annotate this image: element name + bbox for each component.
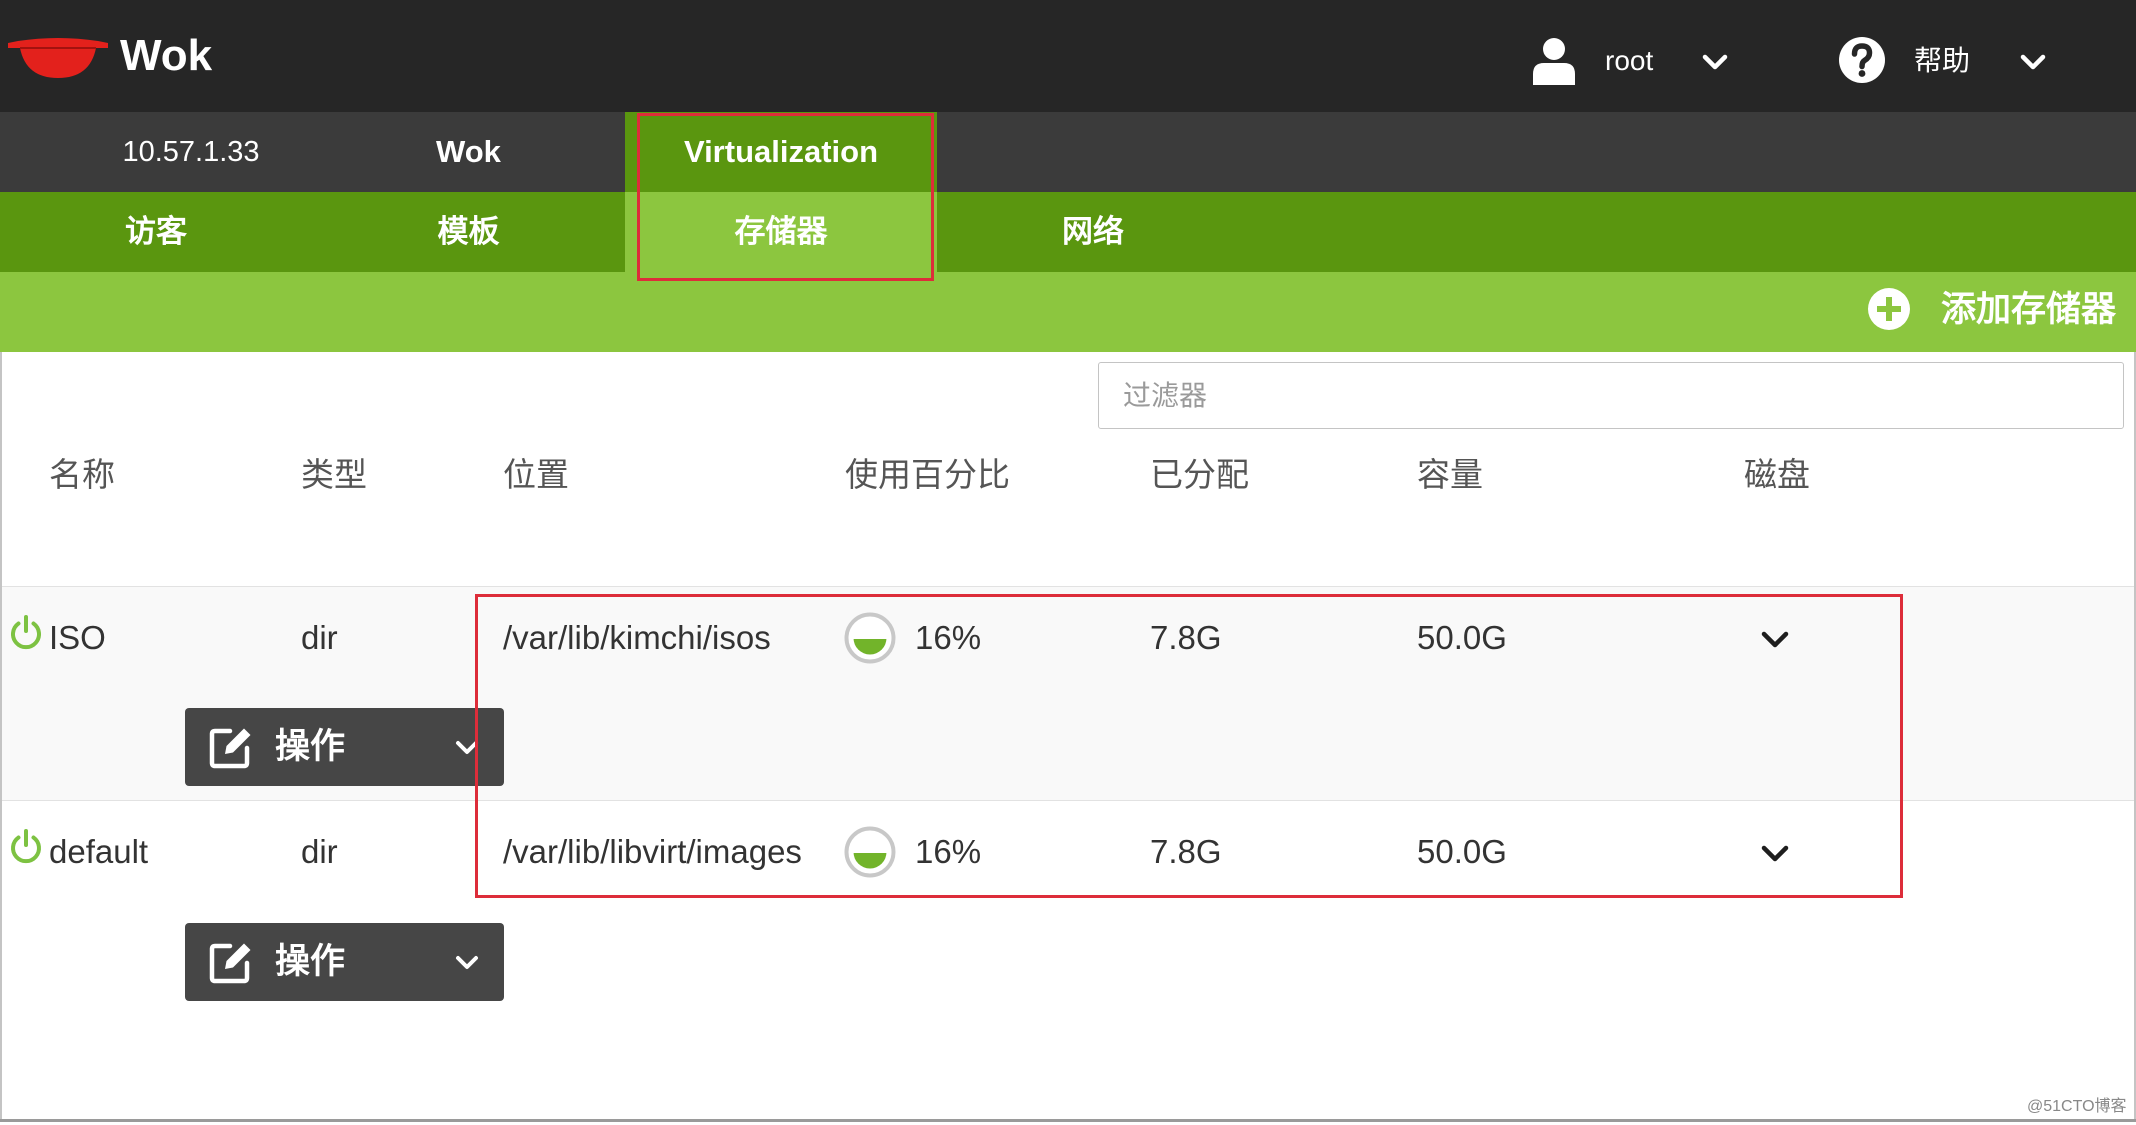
add-storage-button[interactable]: 添加存储器: [1862, 284, 2122, 336]
pool-capacity: 50.0G: [1417, 619, 1507, 656]
column-header-location[interactable]: 位置: [503, 455, 569, 495]
table-row: ISO dir /var/lib/kimchi/isos 16% 7.8G 50…: [0, 586, 2136, 800]
chevron-down-icon[interactable]: [2019, 53, 2047, 71]
app-window: Wok root 帮助 10.57.1.33 Wok Virtualizatio…: [0, 0, 2136, 1125]
help-icon: [1838, 36, 1886, 84]
pool-location: /var/lib/kimchi/isos: [503, 619, 771, 656]
actions-button[interactable]: 操作: [185, 708, 504, 786]
frame-bottom-border: [0, 1119, 2136, 1122]
primary-nav: 10.57.1.33 Wok Virtualization: [0, 112, 2136, 192]
actions-label: 操作: [275, 727, 346, 766]
plus-circle-icon: [1867, 287, 1911, 331]
host-address: 10.57.1.33: [122, 136, 260, 168]
column-header-disks[interactable]: 磁盘: [1744, 455, 1810, 495]
pool-allocated: 7.8G: [1150, 619, 1222, 656]
disks-expand-chevron-icon[interactable]: [1760, 630, 1790, 650]
edit-icon: [208, 940, 253, 985]
wok-logo-icon[interactable]: [8, 34, 108, 80]
edit-icon: [208, 725, 253, 770]
column-header-allocated[interactable]: 已分配: [1150, 455, 1249, 495]
tab-virtualization[interactable]: Virtualization: [625, 112, 937, 192]
help-label: 帮助: [1914, 45, 1971, 76]
pool-type: dir: [301, 619, 338, 656]
page-toolbar: 添加存储器: [0, 272, 2136, 352]
pool-type: dir: [301, 833, 338, 870]
column-header-usage[interactable]: 使用百分比: [845, 455, 1010, 495]
pool-capacity: 50.0G: [1417, 833, 1507, 870]
top-header: Wok root 帮助: [0, 0, 2136, 112]
user-icon: [1532, 37, 1576, 85]
secondary-nav: 访客 模板 存储器 网络: [0, 192, 2136, 272]
chevron-down-icon[interactable]: [1701, 53, 1729, 71]
actions-label: 操作: [275, 942, 346, 981]
column-header-type[interactable]: 类型: [301, 455, 367, 495]
usage-gauge-icon: [844, 612, 896, 664]
frame-left-border: [0, 352, 2, 1119]
add-storage-label: 添加存储器: [1941, 290, 2117, 329]
pool-usage: 16%: [915, 619, 982, 656]
tab-guests[interactable]: 访客: [0, 192, 312, 272]
pool-location: /var/lib/libvirt/images: [503, 833, 802, 870]
power-icon[interactable]: [7, 827, 45, 865]
app-name[interactable]: Wok: [120, 0, 212, 112]
user-name: root: [1605, 45, 1654, 76]
user-menu[interactable]: root: [1525, 30, 1735, 92]
column-header-capacity[interactable]: 容量: [1417, 455, 1483, 495]
tab-templates[interactable]: 模板: [312, 192, 625, 272]
filter-input[interactable]: [1098, 362, 2124, 429]
actions-button[interactable]: 操作: [185, 923, 504, 1001]
chevron-down-icon: [454, 954, 480, 971]
power-icon[interactable]: [7, 613, 45, 651]
pool-name: default: [49, 833, 149, 870]
tab-storage[interactable]: 存储器: [625, 192, 937, 272]
pool-usage: 16%: [915, 833, 982, 870]
tab-network[interactable]: 网络: [937, 192, 1249, 272]
help-menu[interactable]: 帮助: [1832, 30, 2048, 92]
usage-gauge-icon: [844, 826, 896, 878]
disks-expand-chevron-icon[interactable]: [1760, 844, 1790, 864]
tab-wok[interactable]: Wok: [312, 112, 625, 192]
chevron-down-icon: [454, 739, 480, 756]
pool-allocated: 7.8G: [1150, 833, 1222, 870]
pool-name: ISO: [49, 619, 106, 656]
watermark: @51CTO博客: [2027, 1098, 2127, 1115]
column-header-name[interactable]: 名称: [49, 455, 115, 495]
table-row: default dir /var/lib/libvirt/images 16% …: [0, 800, 2136, 1040]
